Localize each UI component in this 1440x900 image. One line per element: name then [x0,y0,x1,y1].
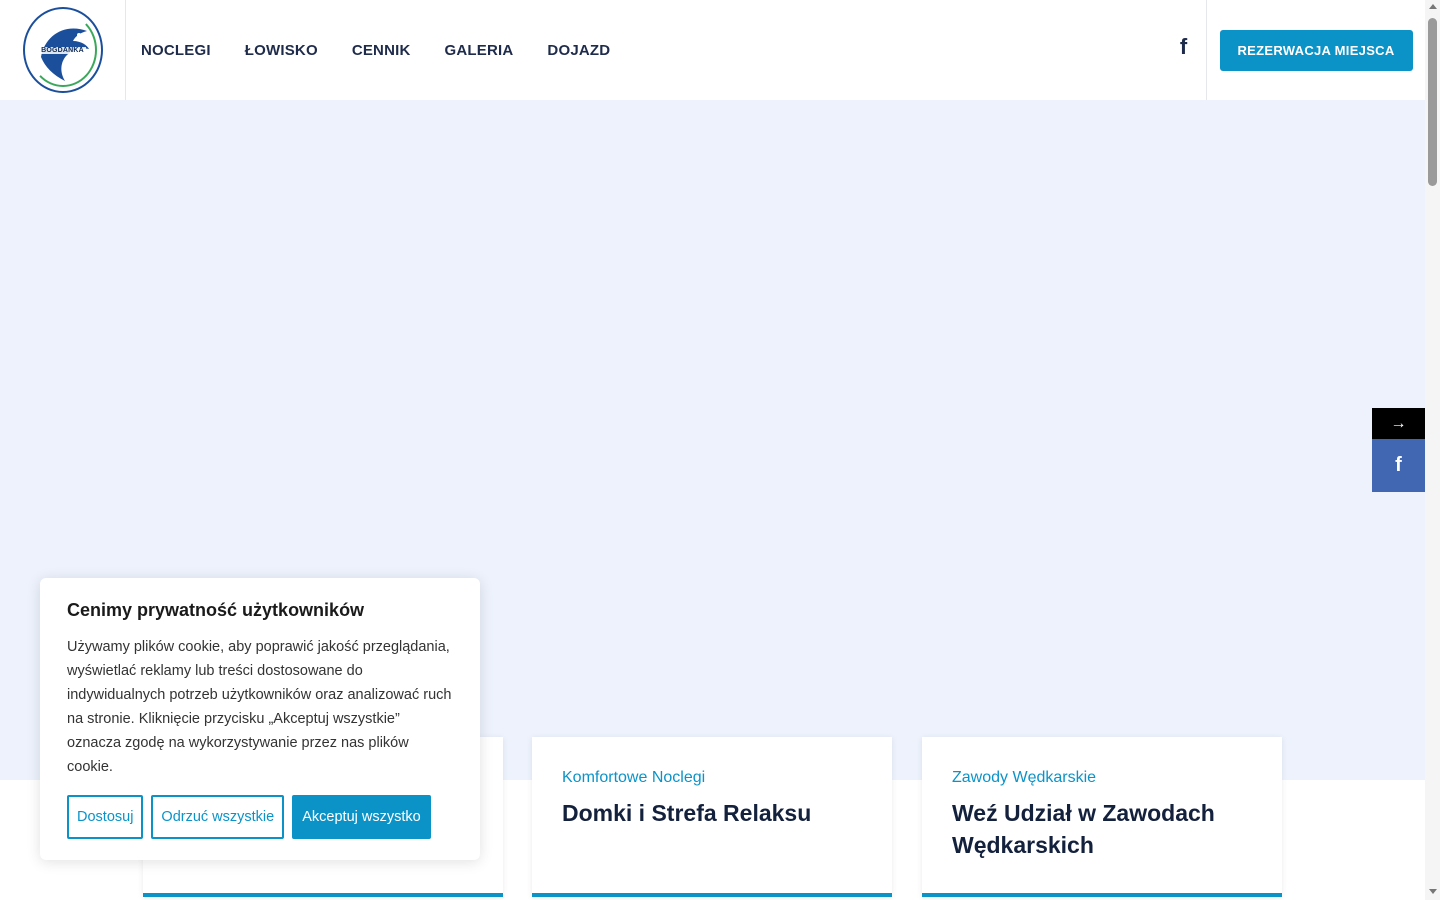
customize-button[interactable]: Dostosuj [67,795,144,839]
side-facebook-icon[interactable]: f [1372,439,1425,492]
card-title: Domki i Strefa Relaksu [562,800,812,826]
site-logo[interactable]: BOGDANKA [22,7,103,93]
scrollbar-thumb[interactable] [1428,18,1437,186]
card-subtitle: Zawody Wędkarskie [952,769,1097,786]
reserve-wrapper: REZERWACJA MIEJSCA [1207,0,1425,100]
nav-item-noclegi[interactable]: NOCLEGI [141,42,211,59]
main-nav: NOCLEGI ŁOWISKO CENNIK GALERIA DOJAZD [126,0,644,100]
nav-item-lowisko[interactable]: ŁOWISKO [245,42,318,59]
accept-all-button[interactable]: Akceptuj wszystko [292,795,431,839]
scroll-up-icon[interactable] [1429,4,1437,9]
scrollbar[interactable] [1425,0,1440,900]
arrow-right-icon[interactable]: → [1372,408,1425,439]
nav-item-cennik[interactable]: CENNIK [352,42,411,59]
reject-all-button[interactable]: Odrzuć wszystkie [151,795,285,839]
logo-container[interactable]: BOGDANKA [0,0,126,100]
site-header: BOGDANKA NOCLEGI ŁOWISKO CENNIK GALERIA … [0,0,1425,100]
card-zawody[interactable]: Zawody Wędkarskie Weź Udział w Zawodach … [922,737,1282,897]
cookie-title: Cenimy prywatność użytkowników [67,600,365,620]
card-noclegi[interactable]: Komfortowe Noclegi Domki i Strefa Relaks… [532,737,892,897]
cookie-buttons: Dostosuj Odrzuć wszystkie Akceptuj wszys… [67,795,453,839]
logo-text: BOGDANKA [39,46,86,54]
cookie-banner: Cenimy prywatność użytkowników Używamy p… [40,578,480,860]
card-subtitle: Komfortowe Noclegi [562,769,706,786]
cookie-text: Używamy plików cookie, aby poprawić jako… [67,639,452,775]
scroll-down-icon[interactable] [1429,889,1437,894]
header-actions: f REZERWACJA MIEJSCA [1161,0,1425,100]
reserve-button[interactable]: REZERWACJA MIEJSCA [1219,29,1413,71]
card-title: Weź Udział w Zawodach Wędkarskich [952,800,1215,858]
nav-item-galeria[interactable]: GALERIA [445,42,514,59]
facebook-icon[interactable]: f [1161,0,1207,100]
nav-item-dojazd[interactable]: DOJAZD [547,42,610,59]
